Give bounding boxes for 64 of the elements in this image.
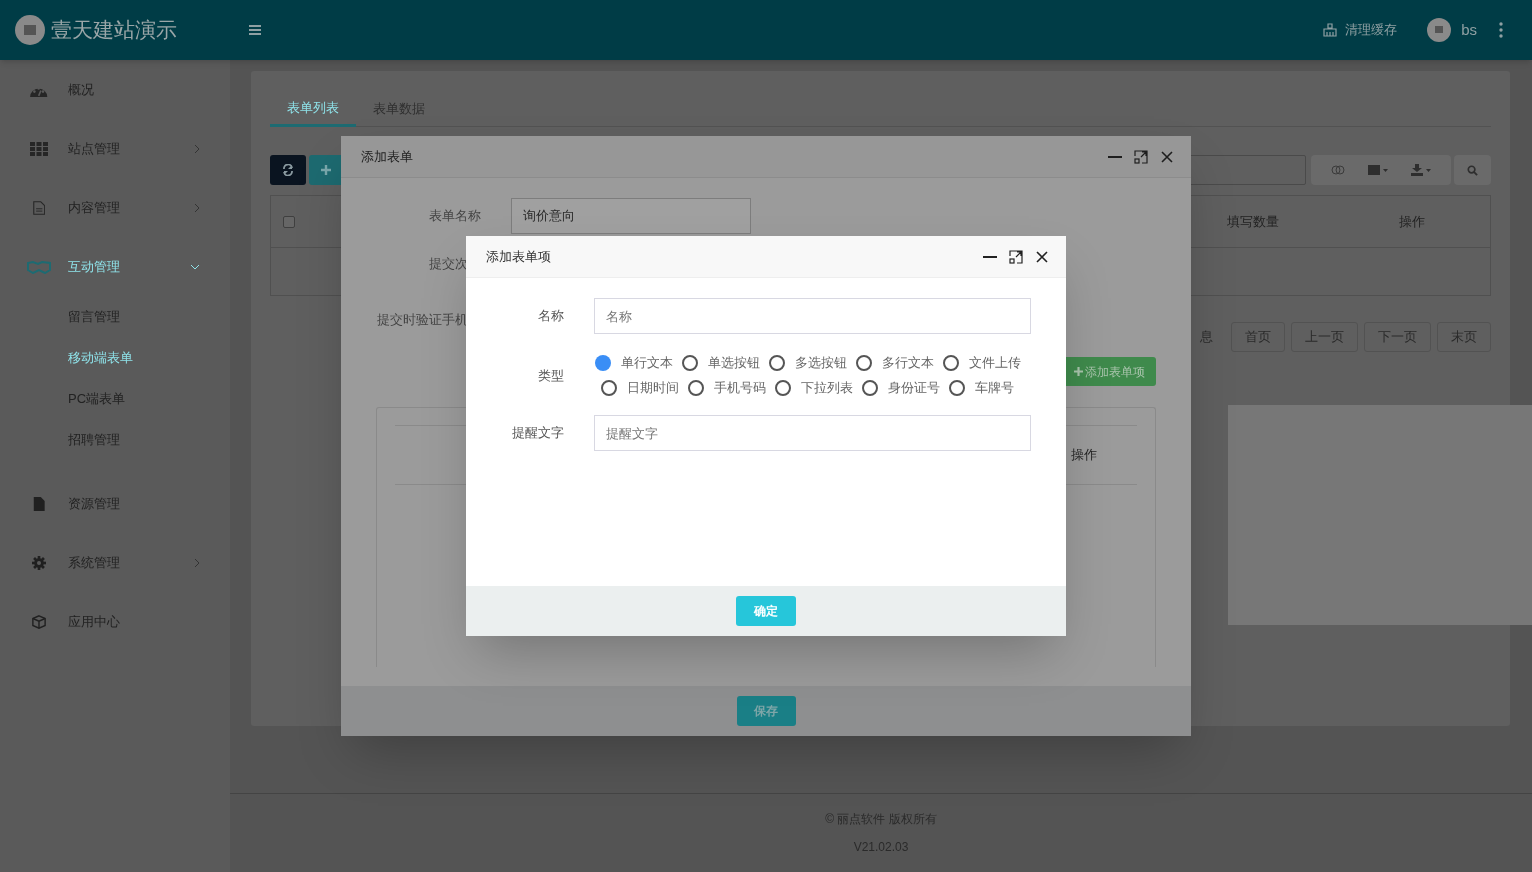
name-field[interactable]: 名称: [594, 298, 1031, 334]
form-name-field[interactable]: 询价意向: [511, 198, 751, 234]
checkbox[interactable]: [283, 215, 295, 228]
radio-option[interactable]: 车牌号: [949, 379, 1014, 397]
radio-option[interactable]: 下拉列表: [775, 379, 853, 397]
user-name[interactable]: bs: [1461, 18, 1477, 42]
submenu-item[interactable]: 移动端表单: [0, 337, 230, 378]
radio-button[interactable]: [601, 380, 617, 396]
close-icon[interactable]: [1161, 150, 1173, 163]
maximize-icon[interactable]: [1009, 249, 1023, 264]
menu-icon[interactable]: [249, 25, 261, 35]
save-button[interactable]: 保存: [736, 696, 796, 726]
document-icon: [32, 200, 46, 215]
download-icon[interactable]: [1411, 164, 1432, 176]
radio-button[interactable]: [856, 355, 872, 371]
file-icon: [32, 496, 46, 511]
refresh-button[interactable]: [270, 155, 306, 185]
radio-option[interactable]: 多选按钮: [769, 354, 847, 372]
grid-icon: [30, 141, 48, 156]
radio-option[interactable]: 日期时间: [601, 379, 679, 397]
refresh-icon: [282, 164, 294, 176]
radio-option[interactable]: 文件上传: [943, 354, 1021, 372]
radio-option[interactable]: 多行文本: [856, 354, 934, 372]
radio-button[interactable]: [769, 355, 785, 371]
cube-icon: [32, 614, 46, 629]
radio-button[interactable]: [775, 380, 791, 396]
radio-button[interactable]: [688, 380, 704, 396]
sidebar-item[interactable]: 互动管理: [0, 237, 230, 296]
columns-icon[interactable]: [1368, 165, 1388, 175]
avatar-icon[interactable]: [1427, 18, 1452, 42]
confirm-button[interactable]: 确定: [736, 596, 796, 626]
hint-field[interactable]: 提醒文字: [594, 415, 1031, 451]
radio-button[interactable]: [949, 380, 965, 396]
gear-icon: [32, 555, 46, 570]
add-item-button[interactable]: 添加表单项: [1063, 357, 1156, 386]
basket-icon: [1323, 23, 1338, 37]
toggle-icon[interactable]: [1330, 165, 1345, 175]
plus-icon: [1074, 367, 1083, 376]
column-header: 操作: [1071, 446, 1097, 465]
logo-icon: [15, 15, 45, 45]
radio-option[interactable]: 身份证号: [862, 379, 940, 397]
tab[interactable]: 表单列表: [270, 91, 356, 127]
clear-cache-button[interactable]: 清理缓存: [1323, 20, 1398, 40]
radio-button[interactable]: [682, 355, 698, 371]
field-label: 名称: [537, 307, 564, 326]
field-label: 类型: [537, 366, 564, 385]
dialog-title: 添加表单: [361, 147, 414, 166]
close-icon[interactable]: [1036, 250, 1048, 263]
site-title: 壹天建站演示: [51, 17, 177, 44]
plus-icon: [321, 165, 331, 175]
dialog-title: 添加表单项: [486, 247, 552, 266]
more-icon[interactable]: [1499, 22, 1503, 38]
radio-button[interactable]: [943, 355, 959, 371]
search-icon: [1467, 164, 1478, 176]
field-label: 表单名称: [428, 207, 481, 226]
field-label: 提交次: [429, 255, 468, 273]
radio-button[interactable]: [595, 355, 611, 371]
radio-option[interactable]: 单行文本: [595, 354, 673, 372]
radio-button[interactable]: [862, 380, 878, 396]
maximize-icon[interactable]: [1134, 149, 1148, 164]
field-label: 提醒文字: [511, 424, 564, 443]
column-header: 填写数量: [1226, 212, 1280, 231]
radio-option[interactable]: 手机号码: [688, 379, 766, 397]
radio-option[interactable]: 单选按钮: [682, 354, 760, 372]
